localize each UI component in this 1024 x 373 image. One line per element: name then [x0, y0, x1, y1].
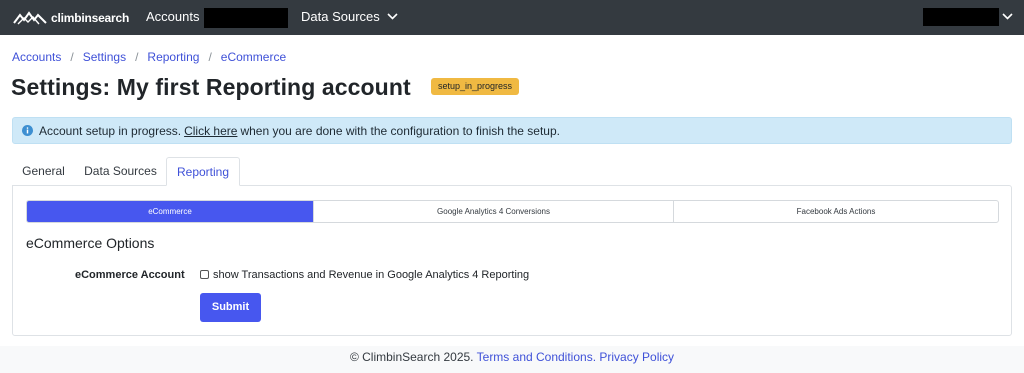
- subtab-facebook-ads-actions[interactable]: Facebook Ads Actions: [674, 201, 998, 222]
- footer: © ClimbinSearch 2025. Terms and Conditio…: [0, 346, 1024, 373]
- chevron-down-icon: [387, 13, 398, 20]
- tab-general[interactable]: General: [12, 157, 75, 186]
- alert-text-prefix: Account setup in progress.: [39, 123, 182, 138]
- page-title: Settings: My first Reporting account: [11, 74, 411, 100]
- chevron-down-icon[interactable]: [1002, 13, 1013, 20]
- subtab-ecommerce[interactable]: eCommerce: [27, 201, 314, 222]
- terms-link[interactable]: Terms and Conditions.: [477, 350, 596, 364]
- nav-data-sources-dropdown[interactable]: Data Sources: [301, 9, 398, 24]
- brand-name: climbinsearch: [51, 11, 130, 25]
- breadcrumb-separator: /: [135, 50, 139, 64]
- breadcrumb-ecommerce: eCommerce: [220, 50, 287, 64]
- section-title: eCommerce Options: [26, 235, 155, 251]
- tab-data-sources[interactable]: Data Sources: [76, 157, 165, 186]
- info-icon: [22, 125, 33, 136]
- status-badge: setup_in_progress: [431, 78, 520, 95]
- show-transactions-label[interactable]: show Transactions and Revenue in Google …: [213, 269, 529, 281]
- nav-data-sources-label: Data Sources: [301, 9, 380, 24]
- brand[interactable]: climbinsearch: [13, 8, 129, 28]
- tab-reporting[interactable]: Reporting: [166, 157, 240, 186]
- breadcrumb-reporting[interactable]: Reporting: [147, 50, 199, 64]
- submit-button[interactable]: Submit: [200, 293, 261, 322]
- mountain-logo-icon: [13, 11, 47, 25]
- redacted-user-name[interactable]: [923, 8, 999, 26]
- setup-alert: Account setup in progress. Click here wh…: [12, 117, 1012, 144]
- breadcrumb-accounts[interactable]: Accounts: [12, 50, 61, 64]
- reporting-panel: eCommerce Google Analytics 4 Conversions…: [12, 185, 1012, 336]
- alert-click-here-link[interactable]: Click here: [184, 124, 237, 138]
- breadcrumb-settings[interactable]: Settings: [83, 50, 126, 64]
- footer-copyright: © ClimbinSearch 2025.: [349, 350, 474, 364]
- alert-text-suffix: when you are done with the configuration…: [240, 123, 560, 138]
- show-transactions-checkbox[interactable]: [200, 270, 209, 279]
- subtab-ga4-conversions[interactable]: Google Analytics 4 Conversions: [314, 201, 674, 222]
- reporting-subtabs: eCommerce Google Analytics 4 Conversions…: [26, 200, 999, 223]
- privacy-link[interactable]: Privacy Policy: [599, 350, 674, 364]
- breadcrumb-separator: /: [70, 50, 74, 64]
- nav-accounts-link[interactable]: Accounts: [146, 9, 199, 24]
- top-navbar: climbinsearch Accounts Data Sources: [0, 0, 1024, 35]
- ecommerce-account-label: eCommerce Account: [75, 269, 185, 281]
- breadcrumb-separator: /: [208, 50, 212, 64]
- breadcrumb: Accounts / Settings / Reporting / eComme…: [12, 50, 286, 64]
- redacted-account-name: [204, 8, 288, 28]
